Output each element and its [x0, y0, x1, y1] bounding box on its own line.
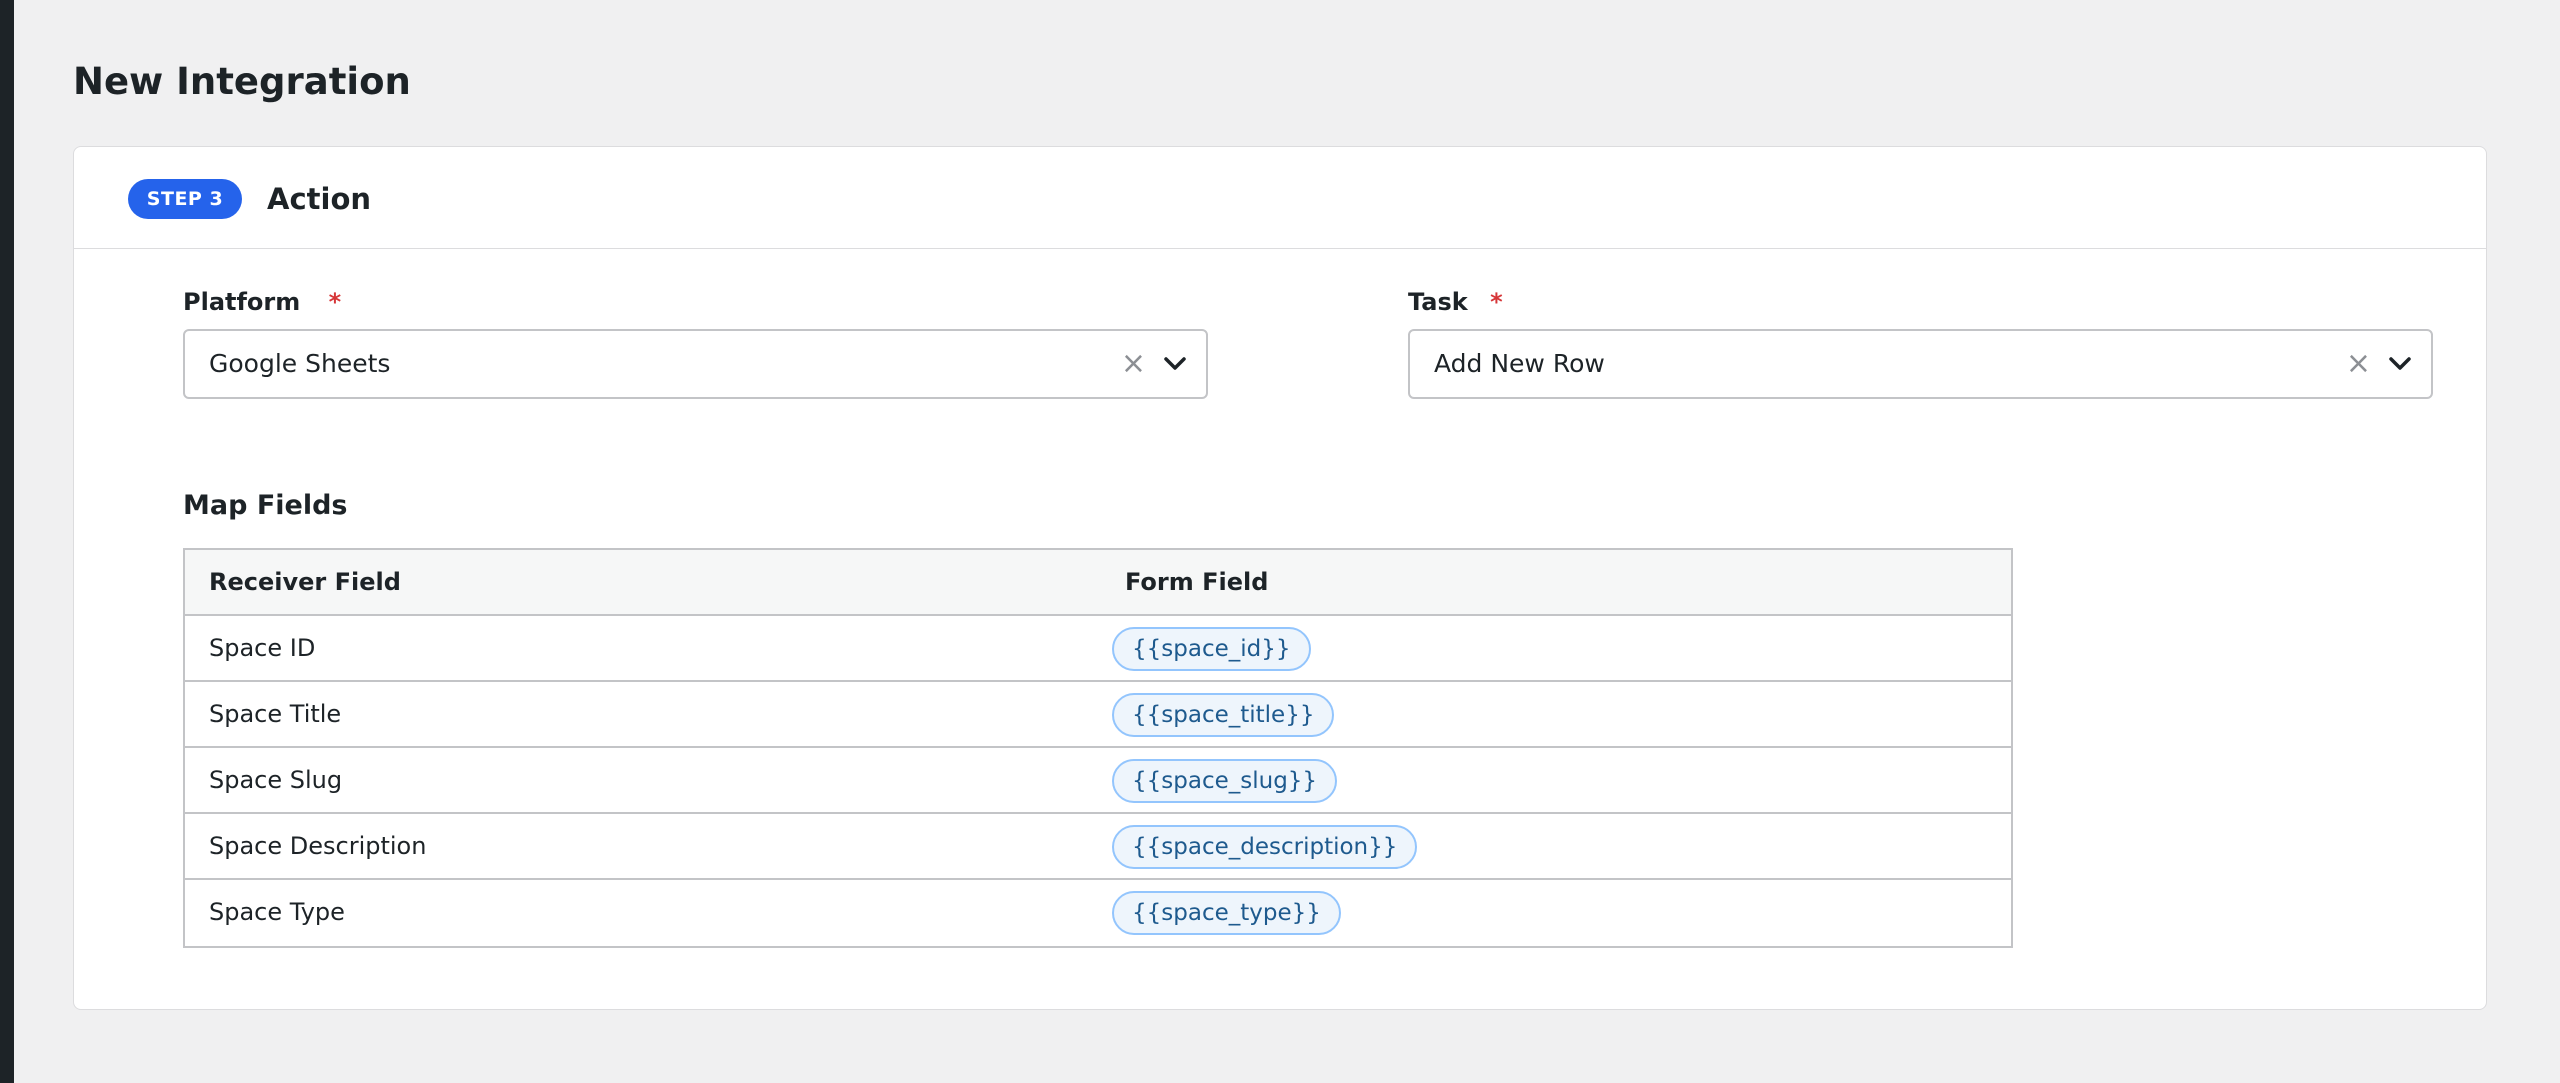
- column-header-receiver: Receiver Field: [209, 568, 401, 596]
- table-row: Space Slug {{space_slug}}: [185, 748, 2011, 814]
- receiver-field: Space Slug: [209, 766, 343, 794]
- map-fields-title: Map Fields: [183, 490, 348, 521]
- task-select[interactable]: Add New Row ×: [1408, 329, 2433, 399]
- form-field-tag[interactable]: {{space_title}}: [1112, 693, 1335, 737]
- receiver-field: Space Type: [209, 898, 345, 926]
- required-marker: *: [328, 288, 342, 316]
- step-header: STEP 3 Action: [74, 147, 2486, 249]
- table-row: Space Description {{space_description}}: [185, 814, 2011, 880]
- form-field-tag[interactable]: {{space_description}}: [1112, 825, 1418, 869]
- step-badge: STEP 3: [128, 179, 242, 219]
- admin-sidebar-edge: [0, 0, 14, 1083]
- close-icon[interactable]: ×: [1121, 331, 1146, 397]
- task-select-value: Add New Row: [1434, 349, 1605, 378]
- receiver-field: Space ID: [209, 634, 316, 662]
- table-row: Space Type {{space_type}}: [185, 880, 2011, 946]
- chevron-down-icon[interactable]: [1164, 355, 1186, 373]
- receiver-field: Space Title: [209, 700, 342, 728]
- step-title: Action: [267, 182, 372, 216]
- form-field-tag[interactable]: {{space_slug}}: [1112, 759, 1338, 803]
- chevron-down-icon[interactable]: [2389, 355, 2411, 373]
- required-marker: *: [1490, 288, 1503, 316]
- step-card: STEP 3 Action Platform * Google Sheets ×…: [73, 146, 2487, 1010]
- close-icon[interactable]: ×: [2346, 331, 2371, 397]
- map-fields-table: Receiver Field Form Field Space ID {{spa…: [183, 548, 2013, 948]
- platform-label-text: Platform: [183, 288, 301, 316]
- table-header-row: Receiver Field Form Field: [185, 550, 2011, 616]
- column-header-form: Form Field: [1125, 568, 1269, 596]
- task-label-text: Task: [1408, 288, 1468, 316]
- task-label: Task *: [1408, 286, 1503, 318]
- table-row: Space Title {{space_title}}: [185, 682, 2011, 748]
- receiver-field: Space Description: [209, 832, 427, 860]
- platform-select-value: Google Sheets: [209, 349, 391, 378]
- page-title: New Integration: [73, 60, 411, 103]
- form-field-tag[interactable]: {{space_id}}: [1112, 627, 1311, 671]
- platform-select[interactable]: Google Sheets ×: [183, 329, 1208, 399]
- platform-label: Platform *: [183, 286, 341, 318]
- form-field-tag[interactable]: {{space_type}}: [1112, 891, 1341, 935]
- table-row: Space ID {{space_id}}: [185, 616, 2011, 682]
